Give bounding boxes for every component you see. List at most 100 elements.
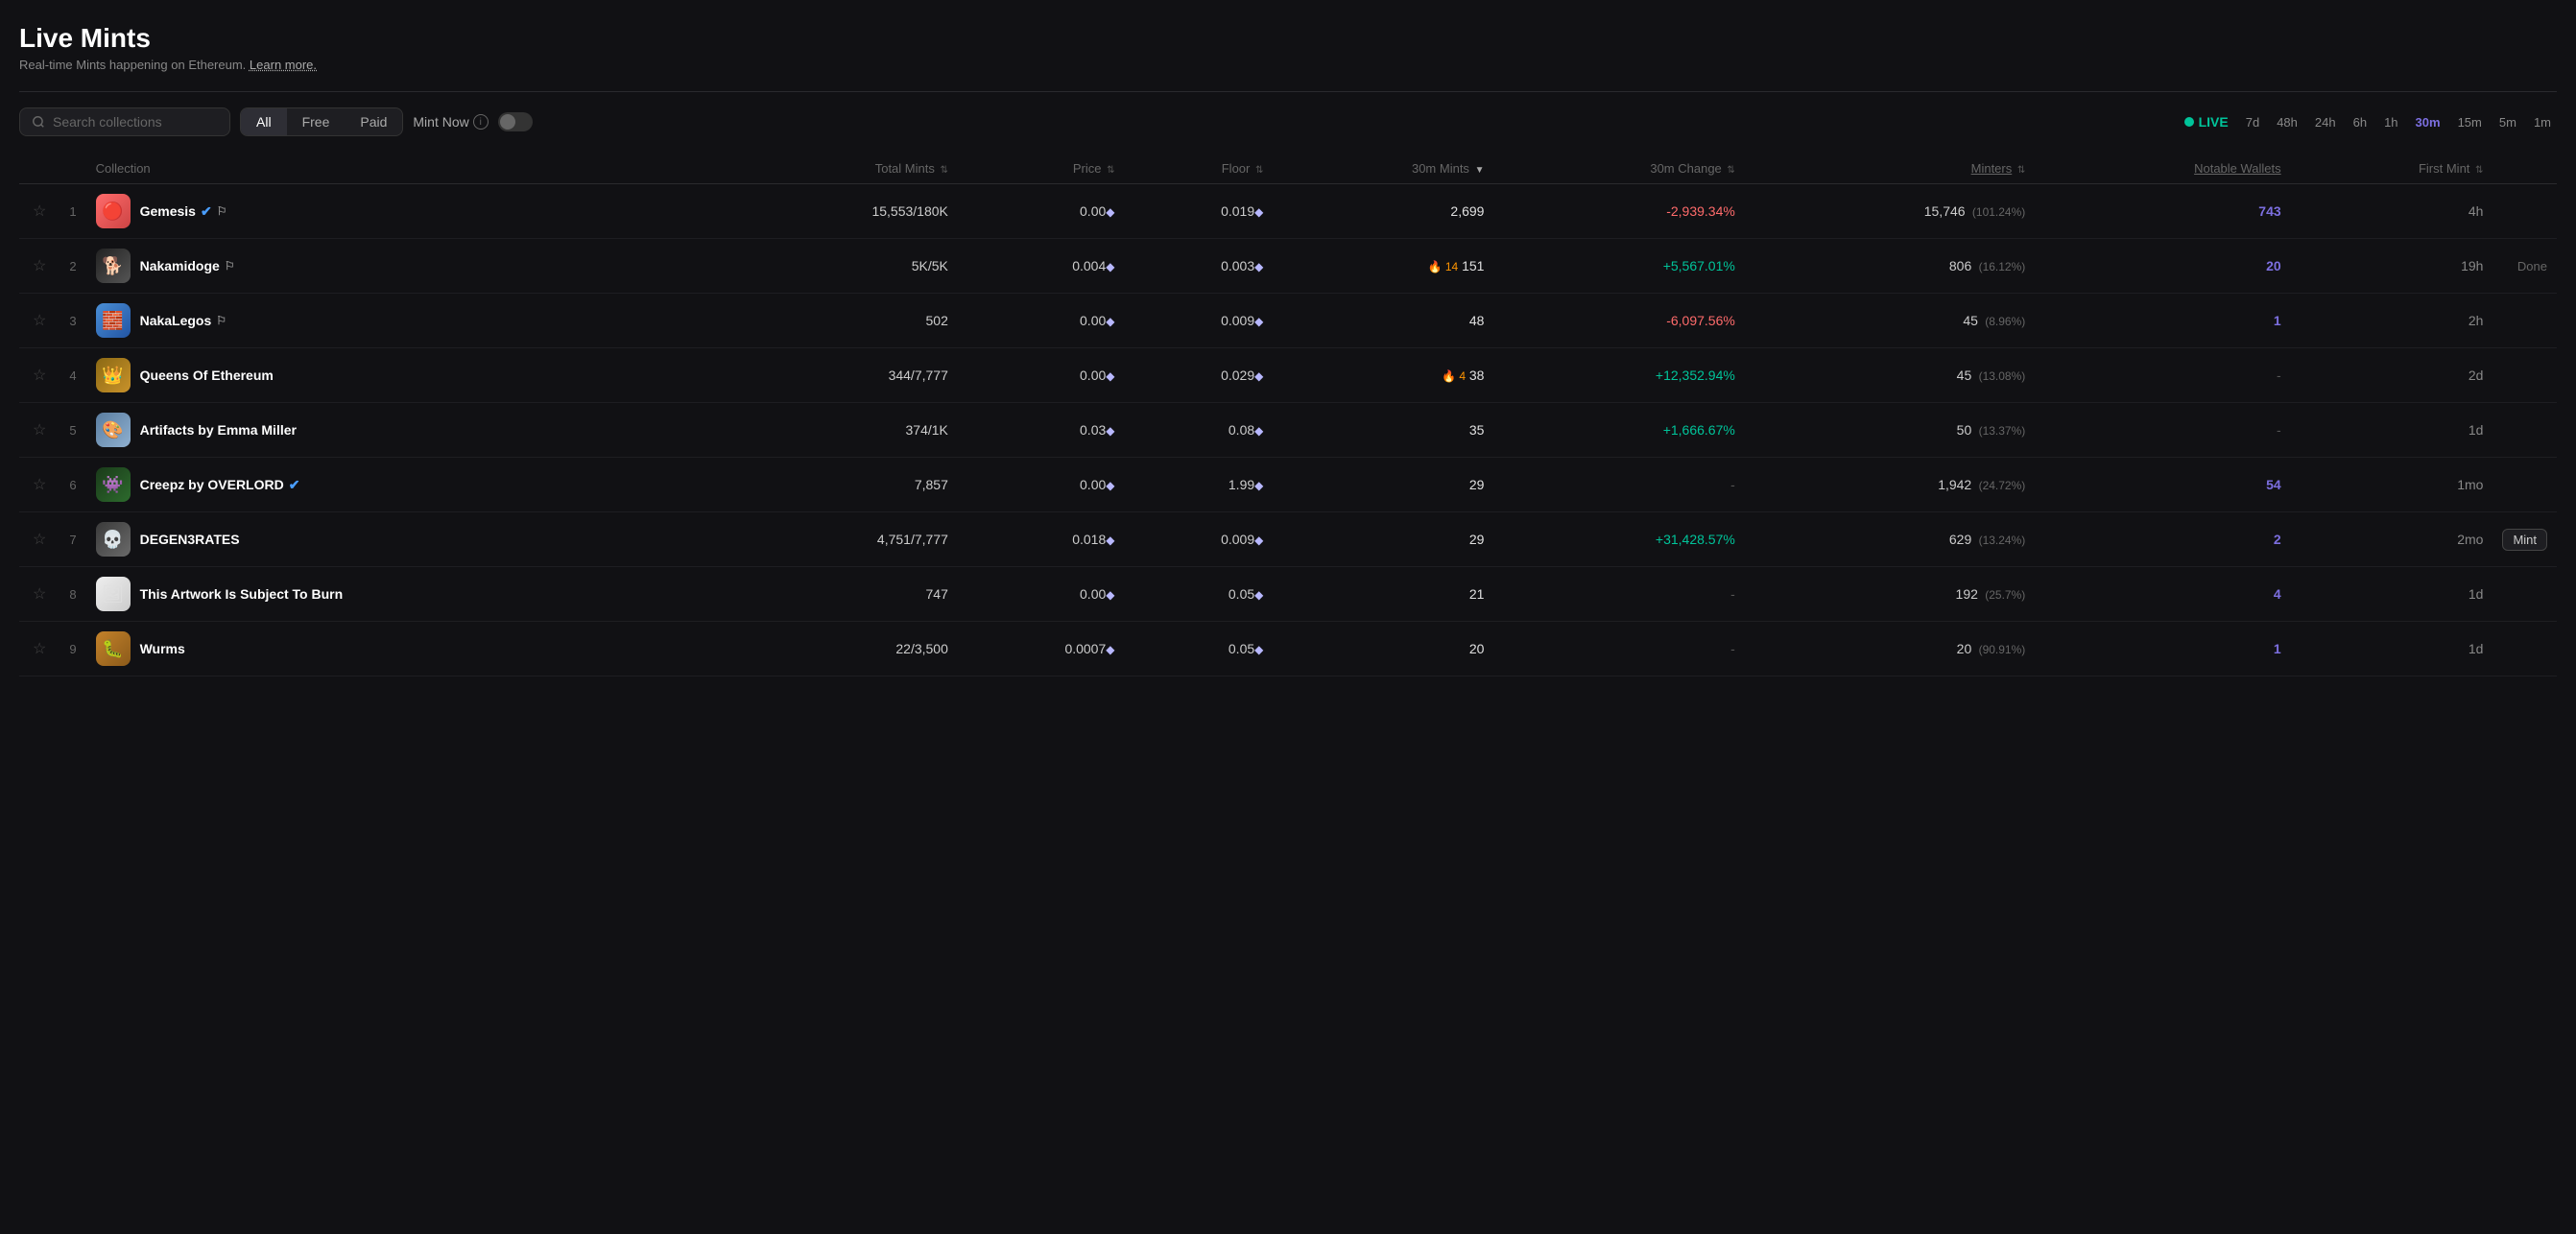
price-value: 0.00◆ [1080,368,1114,383]
collection-cell: 👑 Queens Of Ethereum [96,358,719,392]
search-icon [32,115,45,129]
star-button[interactable]: ☆ [29,528,50,551]
learn-more-link[interactable]: Learn more. [250,58,317,72]
search-box [19,107,230,136]
collection-name[interactable]: This Artwork Is Subject To Burn [140,586,344,602]
time-30m[interactable]: 30m [2410,111,2446,133]
30m-mints-value: 38 [1469,368,1485,383]
col-total-mints: Total Mints ⇅ [727,154,958,184]
notable-wallets-value[interactable]: 743 [2258,203,2280,219]
collection-cell: 🐛 Wurms [96,631,719,666]
tag-icon: ⚐ [217,204,227,218]
30m-mints-value: 35 [1469,422,1485,438]
mint-now-info-icon[interactable]: i [473,114,489,130]
filter-all-button[interactable]: All [241,108,287,135]
time-1m[interactable]: 1m [2528,111,2557,133]
collection-cell: 🧱 NakaLegos ⚐ [96,303,719,338]
floor-value: 0.003◆ [1221,258,1263,273]
floor-value: 0.08◆ [1228,422,1263,438]
30m-change-value: +5,567.01% [1663,258,1735,273]
collection-cell: 💀 DEGEN3RATES [96,522,719,557]
notable-wallets-value[interactable]: 1 [2274,313,2281,328]
30m-change-value: +12,352.94% [1656,368,1735,383]
star-button[interactable]: ☆ [29,637,50,660]
first-mint-value: 19h [2461,258,2483,273]
floor-value: 0.009◆ [1221,313,1263,328]
collection-avatar: 👾 [96,467,131,502]
30m-change-value: - [1730,641,1735,656]
search-input[interactable] [53,114,218,130]
minters-pct: (13.08%) [1975,369,2025,383]
30m-change-value: +1,666.67% [1663,422,1735,438]
table-row: ☆1 🔴 Gemesis ✔⚐ 15,553/180K0.00◆0.019◆2,… [19,184,2557,239]
collection-name[interactable]: Gemesis ✔⚐ [140,203,227,220]
notable-wallets-value[interactable]: 4 [2274,586,2281,602]
time-6h[interactable]: 6h [2348,111,2373,133]
30m-mints-value: 151 [1462,258,1484,273]
floor-value: 1.99◆ [1228,477,1263,492]
collection-avatar: 🐕 [96,249,131,283]
star-button[interactable]: ☆ [29,200,50,223]
total-mints-value: 502 [926,313,948,328]
price-value: 0.004◆ [1072,258,1114,273]
collection-name[interactable]: NakaLegos ⚐ [140,313,227,328]
col-30m-mints: 30m Mints ▼ [1273,154,1493,184]
time-24h[interactable]: 24h [2309,111,2342,133]
collection-name[interactable]: Nakamidoge ⚐ [140,258,235,273]
30m-change-value: -6,097.56% [1666,313,1735,328]
30m-change-value: +31,428.57% [1656,532,1735,547]
collection-avatar: 🐛 [96,631,131,666]
first-mint-value: 1mo [2457,477,2483,492]
minters-value: 15,746 [1924,203,1966,219]
verified-icon: ✔ [201,203,212,220]
rank-number: 6 [69,478,76,492]
star-button[interactable]: ☆ [29,473,50,496]
collection-cell: 🐕 Nakamidoge ⚐ [96,249,719,283]
notable-wallets-value: - [2277,422,2281,438]
total-mints-value: 15,553/180K [871,203,947,219]
header-divider [19,91,2557,92]
collection-name[interactable]: DEGEN3RATES [140,532,240,547]
time-7d[interactable]: 7d [2240,111,2265,133]
star-button[interactable]: ☆ [29,418,50,441]
minters-value: 192 [1956,586,1978,602]
time-15m[interactable]: 15m [2452,111,2488,133]
30m-mints-value: 20 [1469,641,1485,656]
collection-name[interactable]: Wurms [140,641,185,656]
mint-now-toggle[interactable] [498,112,533,131]
star-button[interactable]: ☆ [29,364,50,387]
star-button[interactable]: ☆ [29,254,50,277]
rank-number: 1 [69,204,76,219]
table-header: Collection Total Mints ⇅ Price ⇅ Floor ⇅… [19,154,2557,184]
table-row: ☆3 🧱 NakaLegos ⚐ 5020.00◆0.009◆48-6,097.… [19,294,2557,348]
fire-icon: 🔥 4 [1442,369,1466,383]
time-1h[interactable]: 1h [2378,111,2403,133]
time-5m[interactable]: 5m [2493,111,2522,133]
minters-value: 806 [1949,258,1971,273]
star-button[interactable]: ☆ [29,582,50,605]
collection-name[interactable]: Queens Of Ethereum [140,368,274,383]
minters-value: 45 [1963,313,1978,328]
30m-mints-value: 29 [1469,532,1485,547]
tag-icon: ⚐ [225,259,235,273]
notable-wallets-value[interactable]: 20 [2266,258,2281,273]
star-button[interactable]: ☆ [29,309,50,332]
mint-button[interactable]: Mint [2502,529,2547,551]
minters-value: 50 [1957,422,1972,438]
notable-wallets-value[interactable]: 54 [2266,477,2281,492]
collection-name[interactable]: Artifacts by Emma Miller [140,422,297,438]
filter-paid-button[interactable]: Paid [345,108,402,135]
col-price: Price ⇅ [958,154,1125,184]
minters-pct: (13.37%) [1975,424,2025,438]
collection-name[interactable]: Creepz by OVERLORD ✔ [140,477,300,493]
price-value: 0.00◆ [1080,203,1114,219]
table-row: ☆7 💀 DEGEN3RATES 4,751/7,7770.018◆0.009◆… [19,512,2557,567]
30m-change-value: -2,939.34% [1666,203,1735,219]
notable-wallets-value[interactable]: 2 [2274,532,2281,547]
mint-now-label: Mint Now i [413,114,488,130]
filter-group: All Free Paid [240,107,403,136]
time-48h[interactable]: 48h [2271,111,2303,133]
notable-wallets-value: - [2277,368,2281,383]
notable-wallets-value[interactable]: 1 [2274,641,2281,656]
filter-free-button[interactable]: Free [287,108,346,135]
